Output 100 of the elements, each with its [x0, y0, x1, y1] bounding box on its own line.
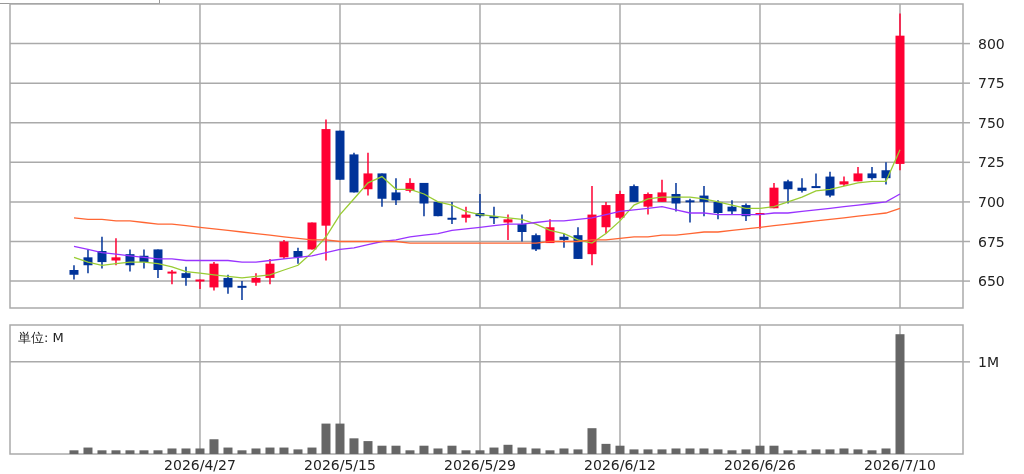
- volume-bar: [685, 448, 695, 454]
- date-label: 2026/4/27: [164, 457, 236, 473]
- date-label: 2026/5/29: [444, 457, 516, 473]
- candlestick: [741, 202, 751, 222]
- volume-bar: [713, 449, 723, 454]
- volume-bar: [489, 447, 499, 454]
- volume-bar: [433, 448, 443, 454]
- candlestick: [265, 258, 275, 285]
- candlestick: [475, 193, 485, 219]
- axis-label: 725: [978, 154, 1005, 171]
- volume-bar: [629, 449, 639, 454]
- volume-bar: [503, 444, 513, 454]
- volume-bar: [601, 443, 611, 454]
- volume-bar: [783, 450, 793, 454]
- date-label: 2026/6/12: [584, 457, 656, 473]
- candlestick: [629, 183, 639, 203]
- candlestick: [867, 166, 877, 181]
- volume-bar: [461, 450, 471, 454]
- volume-bar: [741, 449, 751, 454]
- candlestick: [559, 232, 569, 249]
- candlestick: [433, 201, 443, 217]
- volume-bar: [881, 448, 891, 454]
- candlestick: [279, 239, 289, 260]
- volume-bar: [209, 439, 219, 454]
- axis-label: 750: [978, 114, 1005, 131]
- candlestick: [601, 201, 611, 235]
- volume-bar: [573, 449, 583, 454]
- candlestick: [419, 182, 429, 217]
- candlestick: [237, 280, 247, 301]
- volume-bar: [195, 448, 205, 454]
- volume-bar: [321, 423, 331, 454]
- axis-label: 675: [978, 233, 1005, 250]
- candlestick: [461, 205, 471, 224]
- volume-bar: [825, 449, 835, 454]
- volume-bar: [475, 450, 485, 454]
- candlestick: [349, 152, 359, 194]
- candlestick: [839, 175, 849, 187]
- candlestick: [531, 232, 541, 252]
- volume-bar: [657, 449, 667, 454]
- volume-bar: [335, 423, 345, 454]
- volume-bar: [419, 445, 429, 454]
- candlestick: [853, 166, 863, 183]
- volume-bar: [139, 450, 149, 454]
- candlestick: [769, 182, 779, 209]
- volume-bar: [699, 448, 709, 454]
- candlestick: [223, 274, 233, 295]
- volume-bar: [447, 445, 457, 454]
- volume-bar: [363, 441, 373, 454]
- volume-bar: [111, 450, 121, 454]
- date-label: 2026/5/15: [304, 457, 376, 473]
- candlestick: [783, 179, 793, 205]
- volume-bar: [349, 438, 359, 454]
- axis-label: 700: [978, 193, 1005, 210]
- candlestick: [83, 248, 93, 274]
- volume-bar: [811, 449, 821, 454]
- volume-bar: [867, 450, 877, 454]
- volume-bar: [83, 447, 93, 454]
- candlestick: [125, 248, 135, 273]
- date-label: 2026/6/26: [724, 457, 796, 473]
- candlestick: [643, 191, 653, 216]
- volume-bar: [237, 450, 247, 454]
- candlestick: [671, 182, 681, 213]
- volume-bar: [587, 428, 597, 454]
- volume-bar: [405, 450, 415, 454]
- candlestick: [447, 201, 457, 225]
- candlestick: [881, 161, 891, 186]
- candlestick: [69, 264, 79, 281]
- candlestick: [251, 272, 261, 287]
- volume-bar: [167, 448, 177, 454]
- candlestick: [209, 261, 219, 292]
- volume-bar: [671, 448, 681, 454]
- candlestick: [489, 205, 499, 225]
- candlestick: [755, 212, 765, 230]
- volume-bar: [307, 447, 317, 454]
- candlestick: [293, 247, 303, 265]
- volume-bar: [377, 445, 387, 454]
- candlestick: [573, 226, 583, 260]
- volume-bar: [517, 447, 527, 454]
- candlestick: [713, 199, 723, 221]
- candlestick: [153, 248, 163, 279]
- candlestick: [377, 172, 387, 208]
- volume-bar: [181, 448, 191, 454]
- axis-label: 1M: [978, 353, 999, 370]
- axis-label: 800: [978, 35, 1005, 52]
- candlestick: [97, 236, 107, 270]
- volume-bar: [293, 449, 303, 454]
- volume-bar: [531, 448, 541, 454]
- candlestick: [307, 221, 317, 251]
- volume-bar: [853, 449, 863, 454]
- volume-bar: [755, 445, 765, 454]
- volume-bar: [223, 447, 233, 454]
- candlestick: [405, 177, 415, 194]
- candlestick: [615, 190, 625, 221]
- volume-bar: [839, 448, 849, 454]
- volume-bar: [153, 450, 163, 454]
- volume-bar: [265, 447, 275, 454]
- candlestick: [727, 199, 737, 216]
- candlestick: [181, 266, 191, 287]
- date-label: 2026/7/10: [864, 457, 936, 473]
- candlestick: [657, 179, 667, 203]
